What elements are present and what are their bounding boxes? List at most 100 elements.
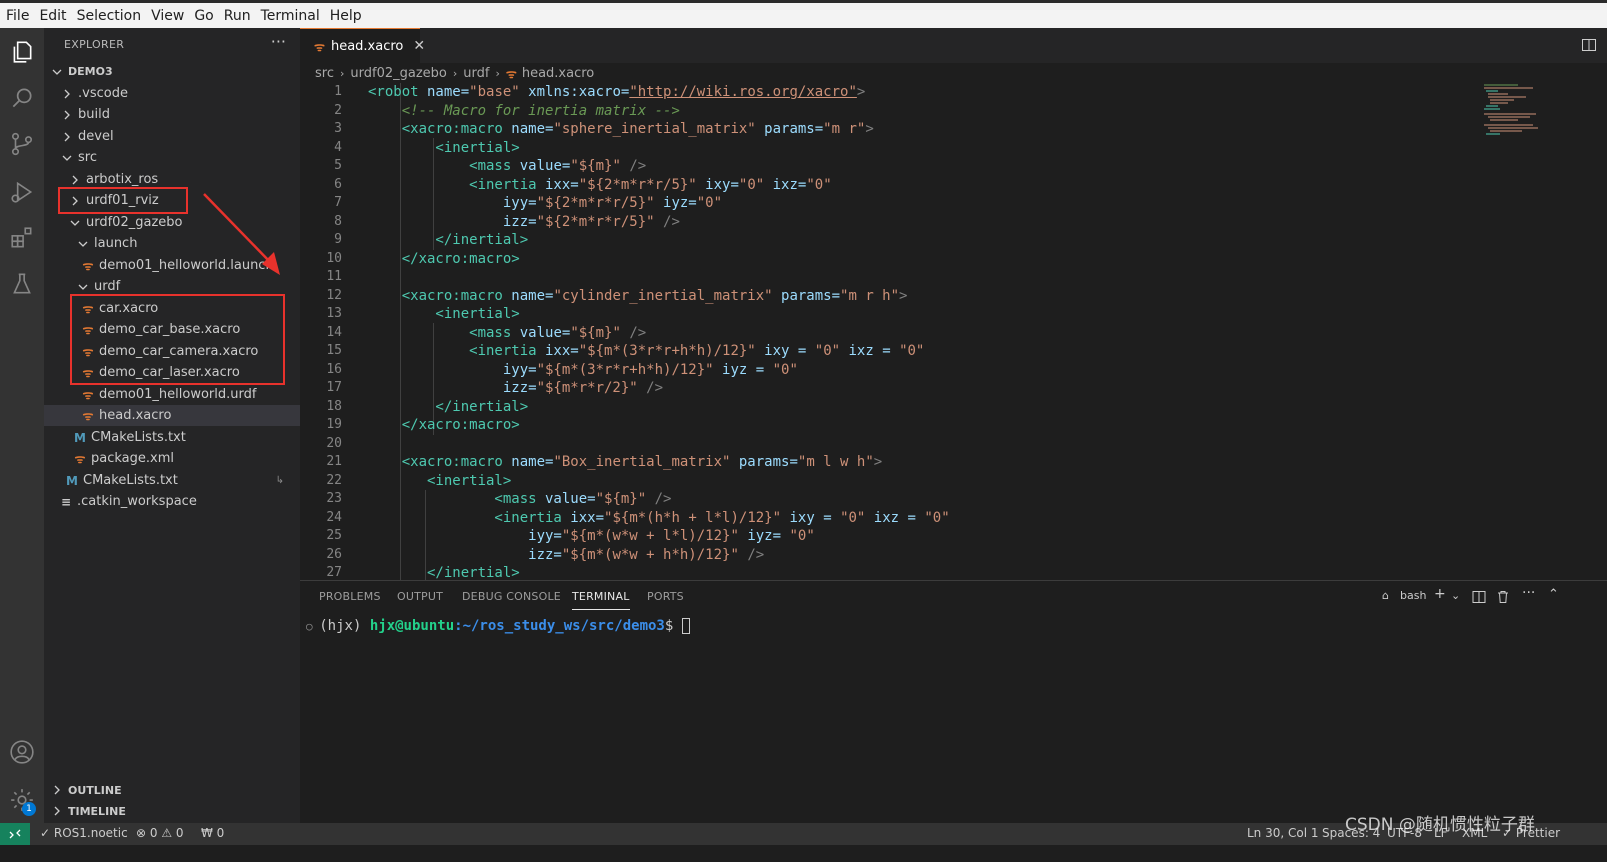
cmake-file-icon: M [66,473,78,488]
code-line: 26 izz="${m*(w*w + h*h)/12}" /> [326,546,765,563]
code-line: 8 izz="${2*m*r*r/5}" /> [334,213,680,230]
tab-head-xacro[interactable]: ᯤ head.xacro ✕ [300,28,425,63]
code-line: 18 </inertial> [326,398,529,415]
ros-status[interactable]: ✓ ROS1.noetic [40,826,128,840]
source-control-icon[interactable] [6,128,38,160]
rss-file-icon: ᯤ [82,409,94,423]
menu-terminal[interactable]: Terminal [257,8,326,24]
watermark: CSDN @随机惯性粒子群 [1345,815,1535,835]
code-line: 16 iyy="${m*(3*r*r+h*h)/12}" iyz = "0" [326,361,798,378]
extensions-icon[interactable] [6,222,38,254]
outline-section[interactable]: OUTLINE [44,779,300,801]
code-line: 24 <inertia ixx="${m*(h*h + l*l)/12}" ix… [326,509,950,526]
chevron-up-icon[interactable]: ⌃ [1548,587,1559,602]
menu-run[interactable]: Run [220,8,257,24]
editor-tab-bar: ᯤ head.xacro ✕ [300,28,1607,63]
terminal-cursor [681,618,690,634]
code-line: 2 <!-- Macro for inertia matrix --> [334,102,680,119]
tree-item-cmakelists-inner[interactable]: M CMakeLists.txt [44,427,300,448]
chevron-down-icon[interactable]: ⌄ [1451,589,1460,602]
menu-go[interactable]: Go [190,8,219,24]
breadcrumb-urdf[interactable]: urdf [463,66,489,81]
code-line: 21 <xacro:macro name="Box_inertial_matri… [326,454,883,470]
annotation-arrow-icon [203,193,280,275]
tab-ports[interactable]: PORTS [647,590,684,603]
chevron-down-icon [50,65,64,79]
cursor-position[interactable]: Ln 30, Col 1 [1247,826,1319,840]
code-line: 13 <inertial> [326,306,520,322]
breadcrumb: src › urdf02_gazebo › urdf › ᯤ head.xacr… [300,63,1607,83]
menu-view[interactable]: View [147,8,190,24]
code-line: 19 </xacro:macro> [326,417,520,433]
code-line: 15 <inertia ixx="${m*(3*r*r+h*h)/12}" ix… [326,343,925,359]
more-actions-icon[interactable]: ··· [1522,585,1535,601]
tree-item-build[interactable]: build [44,104,300,125]
breadcrumb-src[interactable]: src [315,66,334,81]
code-line: 17 izz="${m*r*r/2}" /> [326,380,664,396]
breadcrumb-urdf02-gazebo[interactable]: urdf02_gazebo [350,66,446,81]
tab-problems[interactable]: PROBLEMS [319,590,381,603]
chevron-right-icon: › [495,66,500,80]
cmake-file-icon: M [74,430,86,445]
chevron-down-icon [76,237,90,251]
rss-file-icon: ᯤ [74,452,86,466]
code-line: 4 <inertial> [334,139,520,156]
tree-item-catkin-workspace[interactable]: ≡ .catkin_workspace [44,491,300,512]
chevron-right-icon [68,173,82,187]
minimap[interactable] [1478,83,1550,140]
code-line: 20 [326,435,342,451]
menu-bar: File Edit Selection View Go Run Terminal… [0,0,1607,28]
menu-selection[interactable]: Selection [73,8,148,24]
breadcrumb-head-xacro[interactable]: head.xacro [522,66,594,81]
remote-icon[interactable] [0,823,30,845]
code-editor[interactable]: 1 <robot name="base" xmlns:xacro="http://… [300,83,1607,580]
new-terminal-icon[interactable]: + [1434,586,1446,602]
symlink-icon: ↳ [275,475,284,486]
problems-status[interactable]: ⊗ 0 ⚠ 0 [136,826,184,840]
more-actions-icon[interactable]: ··· [271,32,286,51]
split-editor-icon[interactable] [1581,37,1597,53]
trash-icon[interactable] [1496,590,1510,604]
tab-debug-console[interactable]: DEBUG CONSOLE [462,590,561,603]
tab-output[interactable]: OUTPUT [397,590,443,603]
explorer-icon[interactable] [6,36,38,68]
split-terminal-icon[interactable] [1472,590,1486,604]
tree-item-vscode[interactable]: .vscode [44,83,300,104]
chevron-right-icon [60,108,74,122]
testing-icon[interactable] [6,268,38,300]
menu-edit[interactable]: Edit [35,8,72,24]
explorer-sidebar: EXPLORER ··· DEMO3 .vscode build devel s… [44,28,300,845]
chevron-down-icon [60,151,74,165]
rss-file-icon: ᯤ [82,259,94,273]
rss-file-icon: ᯤ [82,388,94,402]
menu-help[interactable]: Help [326,8,368,24]
search-icon[interactable] [6,82,38,114]
code-line: 23 <mass value="${m}" /> [326,491,672,507]
tree-item-package-xml[interactable]: ᯤ package.xml [44,448,300,469]
tree-item-cmakelists-outer[interactable]: M CMakeLists.txt ↳ [44,470,300,491]
shell-label[interactable]: bash [1400,589,1426,602]
terminal-prompt[interactable]: ○ (hjx) hjx@ubuntu:~/ros_study_ws/src/de… [306,618,690,634]
tab-terminal[interactable]: TERMINAL [572,590,630,610]
account-icon[interactable] [6,736,38,768]
settings-badge: 1 [22,802,36,816]
tree-item-demo01-urdf[interactable]: ᯤ demo01_helloworld.urdf [44,384,300,405]
run-debug-icon[interactable] [6,176,38,208]
code-line: 14 <mass value="${m}" /> [326,324,647,341]
chevron-down-icon [68,216,82,230]
close-icon[interactable]: ✕ [413,38,425,54]
workspace-root[interactable]: DEMO3 [44,61,300,82]
annotation-box-xacro-files [70,294,285,385]
rss-file-icon: ᯤ [314,39,325,54]
tree-item-devel[interactable]: devel [44,126,300,147]
tree-item-head-xacro[interactable]: ᯤ head.xacro [44,405,300,426]
code-line: 6 <inertia ixx="${2*m*r*r/5}" ixy="0" ix… [334,176,832,193]
tree-item-src[interactable]: src [44,147,300,168]
code-line: 11 [326,269,342,284]
timeline-section[interactable]: TIMELINE [44,800,300,822]
chevron-right-icon: › [452,66,458,80]
ports-status[interactable]: ₩ 0 [201,826,224,840]
settings-gear-icon[interactable]: 1 [6,784,38,816]
menu-file[interactable]: File [2,8,35,24]
chevron-right-icon: › [339,66,345,80]
